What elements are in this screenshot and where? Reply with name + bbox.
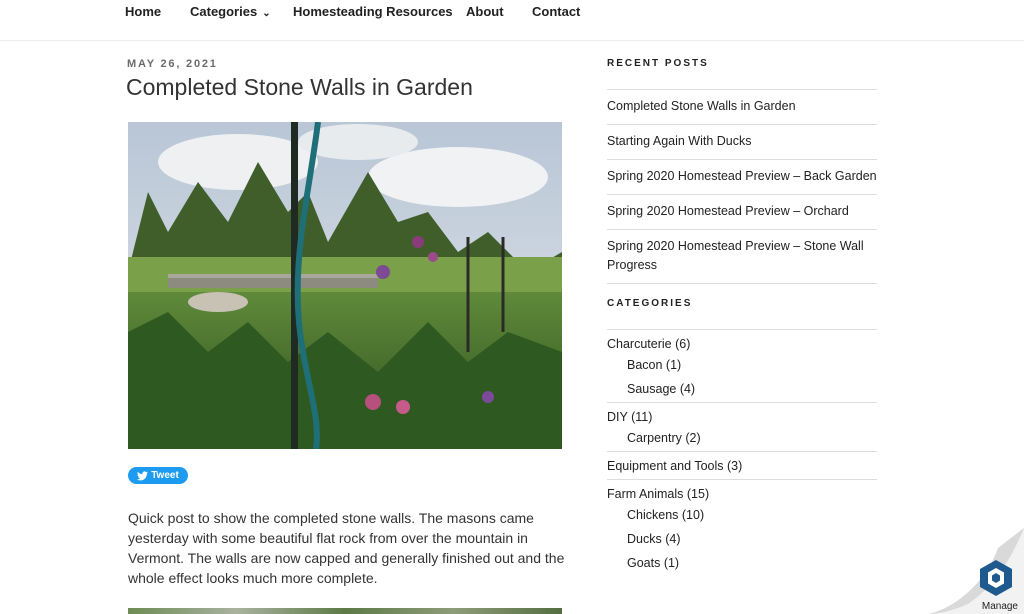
category-link-farm-animals[interactable]: Farm Animals (15) (607, 487, 877, 501)
categories-title: CATEGORIES (607, 298, 693, 309)
nav-home[interactable]: Home (125, 4, 161, 19)
second-photo-edge (128, 608, 562, 614)
category-link-sausage[interactable]: Sausage (4) (607, 382, 877, 396)
category-link-equipment[interactable]: Equipment and Tools (3) (607, 459, 877, 473)
category-link-chickens[interactable]: Chickens (10) (607, 508, 877, 522)
tweet-label: Tweet (151, 470, 179, 481)
nav-homesteading-resources[interactable]: Homesteading Resources (293, 4, 453, 19)
recent-post-link[interactable]: Completed Stone Walls in Garden (607, 89, 877, 124)
category-link-carpentry[interactable]: Carpentry (2) (607, 431, 877, 445)
post-date[interactable]: MAY 26, 2021 (127, 58, 218, 70)
categories-list: Charcuterie (6) Bacon (1) Sausage (4) DI… (607, 329, 877, 576)
nav-contact[interactable]: Contact (532, 4, 580, 19)
garden-photo (128, 122, 562, 449)
category-link-diy[interactable]: DIY (11) (607, 410, 877, 424)
recent-post-link[interactable]: Spring 2020 Homestead Preview – Stone Wa… (607, 229, 877, 284)
category-group: Charcuterie (6) Bacon (1) Sausage (4) (607, 329, 877, 402)
manage-hexagon-icon (980, 560, 1012, 596)
chevron-down-icon: ⌄ (262, 8, 271, 19)
category-link-goats[interactable]: Goats (1) (607, 556, 877, 570)
category-group: Equipment and Tools (3) (607, 451, 877, 479)
nav-about[interactable]: About (466, 4, 504, 19)
garden-photo-graphic (128, 122, 562, 449)
category-link-bacon[interactable]: Bacon (1) (607, 358, 877, 372)
category-group: Farm Animals (15) Chickens (10) Ducks (4… (607, 479, 877, 576)
twitter-bird-icon (137, 470, 149, 480)
recent-post-link[interactable]: Starting Again With Ducks (607, 124, 877, 159)
recent-post-link[interactable]: Spring 2020 Homestead Preview – Orchard (607, 194, 877, 229)
nav-categories[interactable]: Categories ⌄ (190, 4, 271, 19)
category-link-ducks[interactable]: Ducks (4) (607, 532, 877, 546)
recent-posts-list: Completed Stone Walls in Garden Starting… (607, 89, 877, 284)
tweet-button[interactable]: Tweet (128, 467, 188, 484)
recent-post-link[interactable]: Spring 2020 Homestead Preview – Back Gar… (607, 159, 877, 194)
nav-categories-label: Categories (190, 4, 258, 19)
top-navigation: Home Categories ⌄ Homesteading Resources … (0, 0, 1024, 41)
category-group: DIY (11) Carpentry (2) (607, 402, 877, 451)
post-body: Quick post to show the completed stone w… (128, 510, 565, 586)
post-title[interactable]: Completed Stone Walls in Garden (126, 74, 473, 101)
manage-widget[interactable]: Manage (928, 528, 1024, 614)
category-link-charcuterie[interactable]: Charcuterie (6) (607, 337, 877, 351)
recent-posts-title: RECENT POSTS (607, 58, 709, 69)
manage-label: Manage (981, 601, 1018, 612)
